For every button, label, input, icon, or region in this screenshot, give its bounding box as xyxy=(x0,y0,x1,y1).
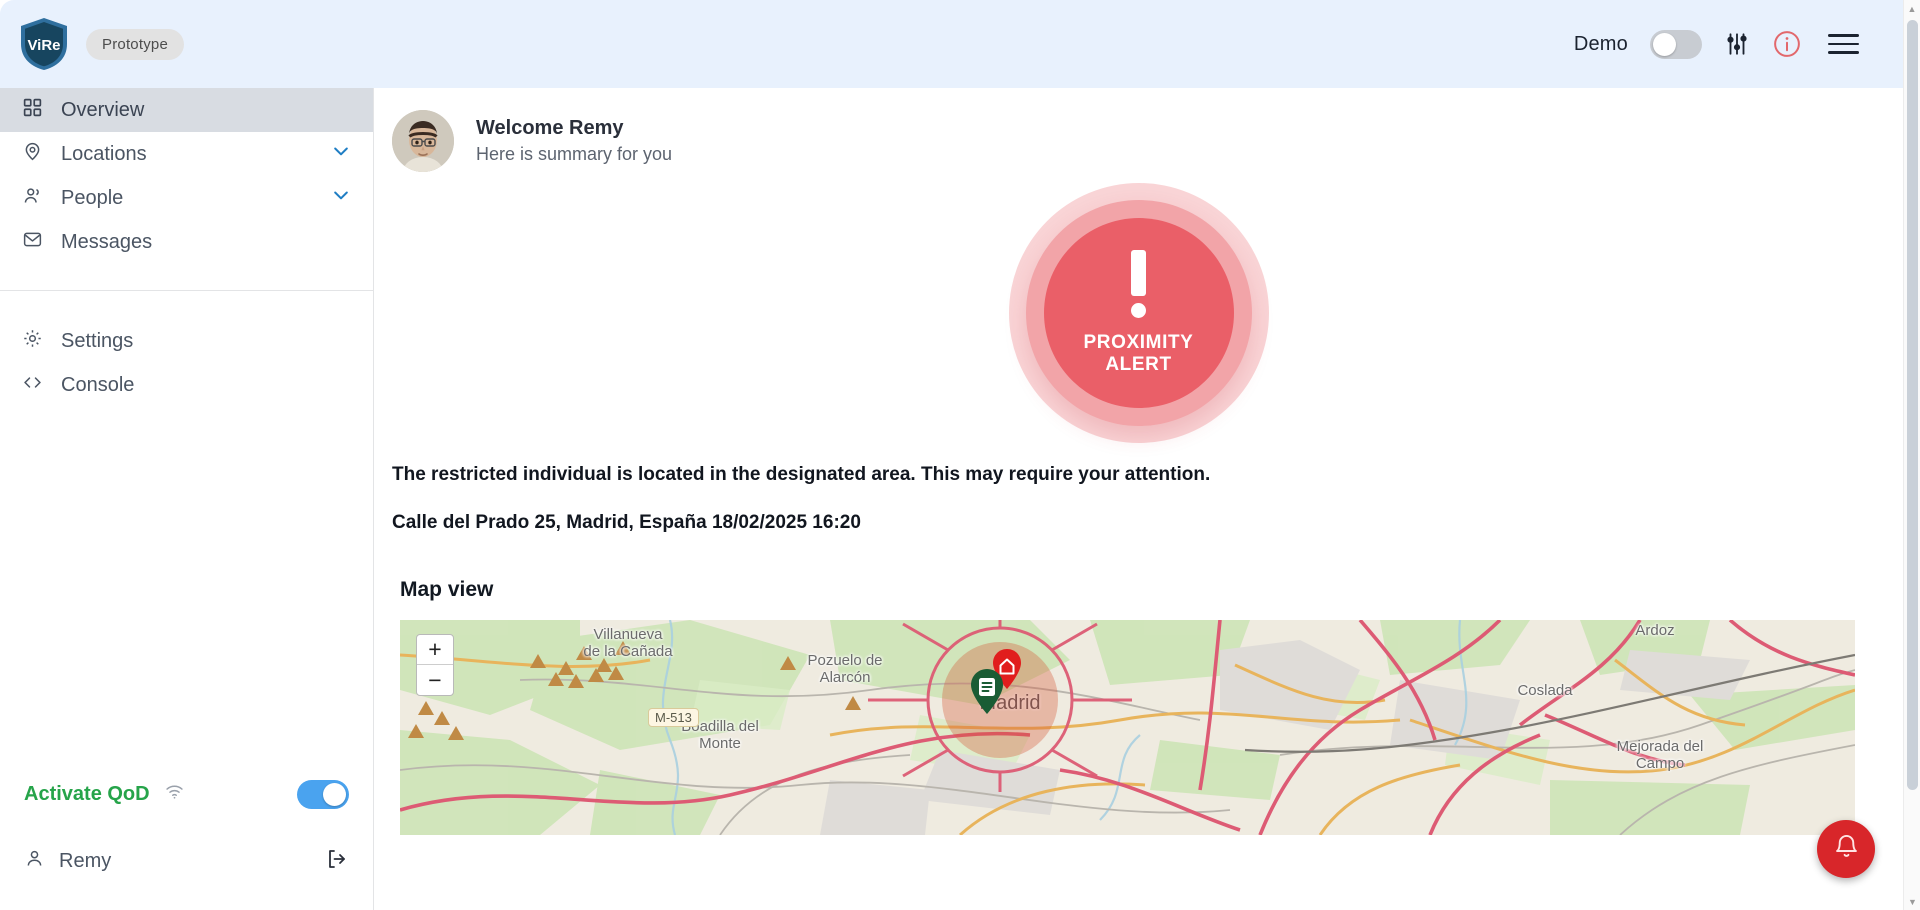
qod-toggle-knob xyxy=(323,783,346,806)
sidebar-item-overview[interactable]: Overview xyxy=(0,88,373,132)
info-icon[interactable] xyxy=(1772,29,1802,59)
scroll-up-arrow[interactable]: ▲ xyxy=(1904,0,1920,17)
sidebar: Overview Locations xyxy=(0,88,374,910)
demo-label: Demo xyxy=(1574,33,1628,56)
user-row[interactable]: Remy xyxy=(0,834,373,888)
logout-icon[interactable] xyxy=(325,847,349,876)
svg-text:ViRe: ViRe xyxy=(27,37,60,54)
users-icon xyxy=(22,185,43,212)
scroll-down-area: ▼ xyxy=(1904,893,1920,910)
code-icon xyxy=(22,372,43,399)
chevron-down-icon[interactable] xyxy=(331,185,351,211)
sidebar-item-label: Settings xyxy=(61,330,133,353)
sidebar-item-label: Overview xyxy=(61,99,144,122)
map-view[interactable]: + − Villanueva de la Cañada Boadilla del… xyxy=(400,620,1855,835)
page-scrollbar[interactable]: ▲ ▼ xyxy=(1903,0,1920,910)
sidebar-item-settings[interactable]: Settings xyxy=(0,319,373,363)
wifi-icon xyxy=(164,781,185,807)
sidebar-item-label: Console xyxy=(61,374,134,397)
nav-gap xyxy=(0,291,373,319)
prototype-badge: Prototype xyxy=(86,29,184,60)
user-name: Remy xyxy=(59,850,111,873)
exclamation-icon xyxy=(1131,250,1146,318)
chevron-down-icon[interactable] xyxy=(331,141,351,167)
welcome-section: Welcome Remy Here is summary for you xyxy=(374,88,1903,172)
alert-badge-area: PROXIMITY ALERT xyxy=(374,178,1903,448)
map-canvas xyxy=(400,620,1855,835)
road-shield: M-513 xyxy=(648,708,699,727)
sidebar-item-people[interactable]: People xyxy=(0,176,373,220)
app-header: ViRe Prototype Demo xyxy=(0,0,1903,88)
alert-location-time: Calle del Prado 25, Madrid, España 18/02… xyxy=(374,512,1903,534)
secondary-nav: Settings Console xyxy=(0,319,373,407)
sliders-icon[interactable] xyxy=(1724,31,1750,57)
welcome-text: Welcome Remy Here is summary for you xyxy=(476,115,672,166)
nav-spacer xyxy=(0,264,373,290)
demo-toggle[interactable] xyxy=(1650,30,1702,59)
main-content: Welcome Remy Here is summary for you PRO… xyxy=(374,88,1903,910)
avatar xyxy=(392,110,454,172)
gear-icon xyxy=(22,328,43,355)
user-icon xyxy=(24,848,45,874)
bell-icon xyxy=(1833,833,1860,865)
page-title: Welcome Remy xyxy=(476,115,672,142)
qod-toggle[interactable] xyxy=(297,780,349,809)
alert-message: The restricted individual is located in … xyxy=(374,464,1903,486)
sidebar-item-messages[interactable]: Messages xyxy=(0,220,373,264)
grid-icon xyxy=(22,97,43,124)
scrollbar-thumb[interactable] xyxy=(1907,20,1918,790)
demo-toggle-knob xyxy=(1653,33,1676,56)
sidebar-footer: Activate QoD xyxy=(0,768,373,910)
menu-icon[interactable] xyxy=(1824,30,1863,58)
brand-area: ViRe Prototype xyxy=(0,16,184,72)
map-zoom-controls[interactable]: + − xyxy=(416,634,454,696)
zoom-out-button[interactable]: − xyxy=(417,665,453,695)
application-window: ViRe Prototype Demo xyxy=(0,0,1920,910)
inbox-icon xyxy=(22,229,43,256)
alert-ring-inner: PROXIMITY ALERT xyxy=(1044,218,1234,408)
notifications-button[interactable] xyxy=(1817,820,1875,878)
qod-label: Activate QoD xyxy=(24,783,150,806)
map-pin-icon xyxy=(22,141,43,168)
alert-badge-line1: PROXIMITY xyxy=(1084,332,1194,354)
sidebar-item-label: People xyxy=(61,187,123,210)
alert-badge-line2: ALERT xyxy=(1084,354,1194,376)
alert-badge-text: PROXIMITY ALERT xyxy=(1084,332,1194,376)
vire-logo-icon[interactable]: ViRe xyxy=(18,16,70,72)
qod-row: Activate QoD xyxy=(0,768,373,820)
primary-nav: Overview Locations xyxy=(0,88,373,264)
sidebar-item-label: Messages xyxy=(61,231,152,254)
scroll-down-arrow[interactable]: ▼ xyxy=(1904,893,1920,910)
map-view-title: Map view xyxy=(374,578,1903,602)
header-controls: Demo xyxy=(1574,29,1903,59)
proximity-alert-badge[interactable]: PROXIMITY ALERT xyxy=(1009,183,1269,443)
sidebar-item-console[interactable]: Console xyxy=(0,363,373,407)
welcome-subtitle: Here is summary for you xyxy=(476,142,672,166)
zoom-in-button[interactable]: + xyxy=(417,635,453,665)
sidebar-item-label: Locations xyxy=(61,143,147,166)
sidebar-item-locations[interactable]: Locations xyxy=(0,132,373,176)
